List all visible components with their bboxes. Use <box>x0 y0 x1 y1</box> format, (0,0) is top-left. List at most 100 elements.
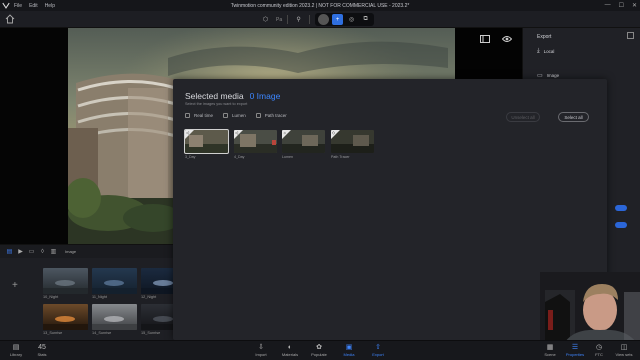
webcam-overlay <box>540 272 640 342</box>
checkbox[interactable] <box>185 113 190 118</box>
collapse-panel-icon[interactable] <box>627 32 634 39</box>
nav-label: Scene <box>544 352 556 357</box>
tray-thumbnail[interactable] <box>43 304 88 330</box>
nav-label: Stats <box>37 352 47 357</box>
menu-bar: File Edit Help Twinmotion community edit… <box>0 0 640 11</box>
target-icon[interactable]: ◎ <box>346 14 357 25</box>
tray-thumbnail[interactable] <box>92 268 137 294</box>
nav-materials[interactable]: ◐ Materials <box>278 344 302 357</box>
nav-import[interactable]: ⇩ Import <box>249 344 273 357</box>
nav-label: Import <box>255 352 267 357</box>
home-icon[interactable] <box>5 14 15 24</box>
export-image-item[interactable]: ▭ Image <box>537 72 559 79</box>
filter-label: Real time <box>194 113 214 118</box>
toolbar-separator <box>287 15 289 24</box>
stats-value: 45 <box>38 344 46 351</box>
nav-label: FTC <box>595 352 603 357</box>
nav-view-sets[interactable]: ◫ View sets <box>612 344 636 357</box>
checkbox[interactable] <box>223 113 229 118</box>
presentation-tab-icon[interactable]: ◊ <box>39 249 46 255</box>
tray-label: Image <box>65 249 77 254</box>
cube-icon[interactable]: ⬡ <box>260 14 271 25</box>
local-icon: ⤓ <box>537 48 540 54</box>
media-item-path-tracer[interactable]: ◇ <box>331 130 374 153</box>
library-icon: ▤ <box>12 344 20 351</box>
tray-thumbnail[interactable] <box>92 304 137 330</box>
trash-icon[interactable]: ▥ <box>50 249 57 255</box>
select-all-button[interactable]: Select all <box>558 112 589 122</box>
media-item-3-day[interactable]: ◁ <box>184 129 229 154</box>
populate-icon: ✿ <box>316 344 322 351</box>
panel-title: Export <box>537 34 552 40</box>
tray-thumbnail-label: 13_Sunrise <box>43 331 63 335</box>
toolbar-label: Pa <box>276 16 283 23</box>
minimize-button[interactable]: — <box>605 2 611 9</box>
lumen-icon: ☼ <box>283 130 287 135</box>
filter-real-time[interactable]: Real time <box>185 113 213 118</box>
panel-toggle-icon[interactable] <box>480 35 490 43</box>
checkbox[interactable] <box>255 113 261 118</box>
nav-ftc[interactable]: ◷ FTC <box>587 344 611 357</box>
media-item-label: Path Tracer <box>331 155 350 159</box>
scene-icon: ▦ <box>546 344 554 351</box>
tray-thumbnail-label: 15_Sunrise <box>141 331 161 335</box>
selected-count: 0 Image <box>249 91 281 101</box>
close-button[interactable]: ✕ <box>632 2 637 9</box>
menu-edit[interactable]: Edit <box>29 3 38 9</box>
tray-thumbnail-label: 14_Sunrise <box>92 331 112 335</box>
export-local-item[interactable]: ⤓ Local <box>537 48 554 55</box>
path-tracer-icon: ◇ <box>332 130 336 135</box>
dialog-title-text: Selected media <box>185 91 244 101</box>
toggle-pill[interactable] <box>615 222 627 228</box>
image-tab-icon[interactable]: ▤ <box>6 249 13 255</box>
materials-icon: ◐ <box>287 344 293 351</box>
export-icon[interactable]: ⧉ <box>360 14 371 25</box>
nav-populate[interactable]: ✿ Populate <box>307 344 331 357</box>
nav-label: Media <box>343 352 355 357</box>
brush-icon[interactable]: ⚲ <box>293 14 304 25</box>
nav-stats[interactable]: 45 Stats <box>30 344 54 357</box>
video-tab-icon[interactable]: ▶ <box>17 249 24 255</box>
left-margin <box>0 28 68 244</box>
export-image-label: Image <box>546 73 560 78</box>
nav-media[interactable]: ▣ Media <box>337 344 361 357</box>
nav-label: Export <box>372 352 384 357</box>
sphere-icon[interactable] <box>318 14 330 25</box>
add-media-button[interactable]: + <box>12 280 18 291</box>
filter-path-tracer[interactable]: Path tracer <box>255 113 287 118</box>
filter-group: Real time Lumen Path tracer <box>185 113 287 118</box>
tray-thumbnail-label: 11_Night <box>92 295 107 299</box>
realtime-icon: ◁ <box>186 130 190 135</box>
view-mode-group: + ◎ ⧉ <box>315 13 375 26</box>
tray-thumbnail[interactable] <box>43 268 88 294</box>
media-item-4-day[interactable]: ◁ <box>234 130 277 153</box>
import-icon: ⇩ <box>258 344 264 351</box>
filter-lumen[interactable]: Lumen <box>223 113 246 118</box>
nav-label: Populate <box>311 352 327 357</box>
panorama-tab-icon[interactable]: ▭ <box>28 249 35 255</box>
unselect-all-button[interactable]: Unselect all <box>506 112 540 122</box>
top-toolbar: ⬡ Pa ⚲ + ◎ ⧉ <box>0 11 640 28</box>
media-item-label: 3_Day <box>185 155 196 159</box>
twinmotion-logo-icon <box>2 2 10 9</box>
nav-library[interactable]: ▤ Library <box>4 344 28 357</box>
eye-icon[interactable] <box>502 35 512 43</box>
cursor-icon[interactable]: + <box>332 14 344 25</box>
nav-label: Library <box>9 352 23 357</box>
nav-scene[interactable]: ▦ Scene <box>538 344 562 357</box>
export-local-label: Local <box>543 49 555 54</box>
menu-file[interactable]: File <box>14 3 22 9</box>
filter-label: Lumen <box>232 113 246 118</box>
toggle-pill[interactable] <box>615 205 627 211</box>
nav-label: Properties <box>565 352 585 357</box>
image-icon: ▭ <box>537 73 543 79</box>
maximize-button[interactable]: ☐ <box>619 2 624 9</box>
nav-export[interactable]: ⇧ Export <box>366 344 390 357</box>
media-item-lumen[interactable]: ☼ <box>282 130 325 153</box>
properties-icon: ☰ <box>571 344 579 351</box>
nav-properties[interactable]: ☰ Properties <box>563 344 587 357</box>
menu-help[interactable]: Help <box>45 3 55 9</box>
dialog-title: Selected media 0 Image <box>185 91 280 101</box>
filter-label: Path tracer <box>264 113 287 118</box>
export-nav-icon: ⇧ <box>375 344 381 351</box>
